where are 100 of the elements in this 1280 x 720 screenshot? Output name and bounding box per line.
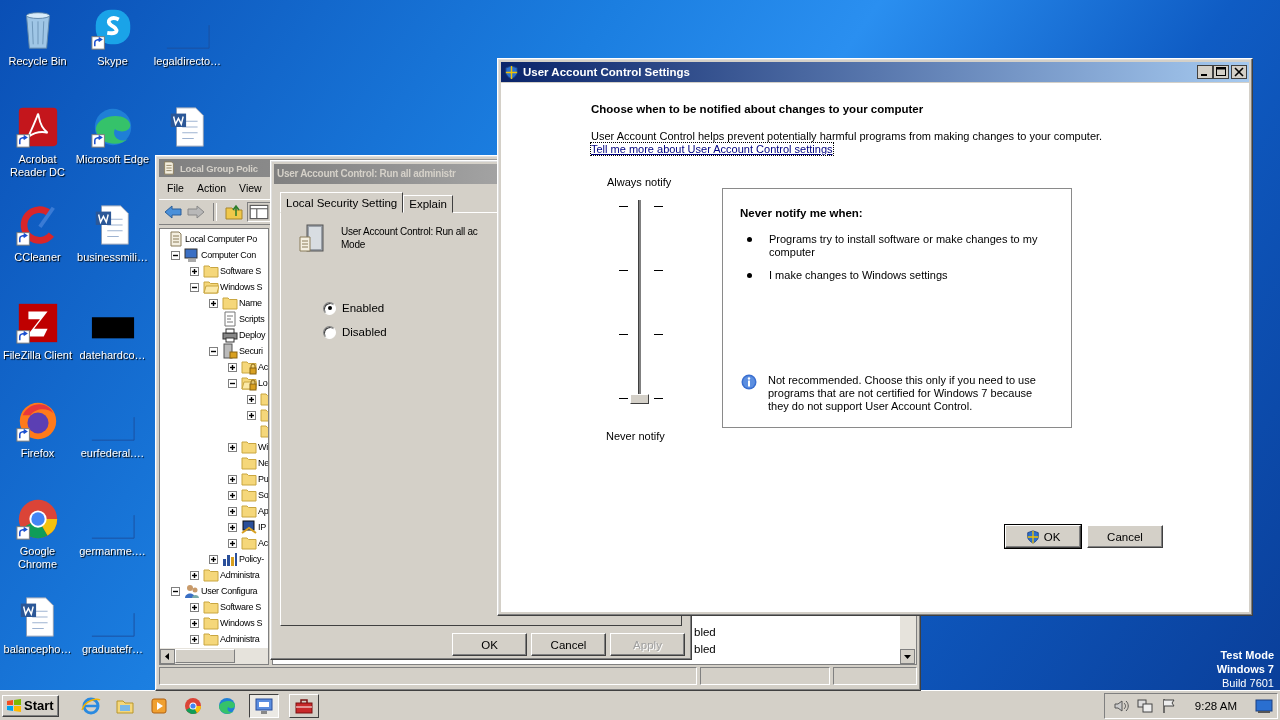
taskbar-button[interactable]	[248, 693, 279, 718]
tree-item[interactable]: Windows S	[220, 280, 263, 294]
expand-icon[interactable]	[228, 475, 237, 484]
folder-icon	[241, 471, 257, 487]
tree-item[interactable]: Policy-	[239, 552, 264, 566]
expand-icon[interactable]	[190, 635, 199, 644]
dialog-button[interactable]: Cancel	[531, 633, 606, 656]
expand-icon[interactable]	[228, 443, 237, 452]
maximize-icon[interactable]	[1213, 65, 1229, 79]
tree-item[interactable]: User Configura	[201, 584, 258, 598]
tree-item[interactable]: Pu	[258, 472, 268, 486]
tree-item[interactable]: Local Computer Po	[185, 232, 257, 246]
edge-icon	[216, 695, 237, 716]
collapse-icon[interactable]	[209, 347, 218, 356]
radio-button[interactable]	[323, 301, 336, 315]
media-icon	[148, 695, 169, 716]
expand-icon[interactable]	[228, 523, 237, 532]
desktop-icon-label[interactable]: graduatefr…	[74, 643, 151, 656]
watermark-text: Test Mode	[1220, 648, 1274, 662]
tree-item[interactable]: Windows S	[220, 616, 263, 630]
desktop-icon-label[interactable]: Acrobat Reader DC	[0, 153, 76, 179]
folder-up-icon[interactable]	[224, 204, 244, 220]
expand-icon[interactable]	[228, 507, 237, 516]
network-icon[interactable]	[1136, 697, 1153, 714]
tree-item[interactable]: Deploy	[239, 328, 266, 342]
desktop-icon-label[interactable]: balancepho…	[0, 643, 76, 656]
chrome-icon	[182, 695, 203, 716]
menu-item[interactable]: File	[167, 182, 184, 194]
desktop-icon-label[interactable]: Recycle Bin	[0, 55, 76, 68]
tree-item[interactable]: Securi	[239, 344, 263, 358]
expand-icon[interactable]	[209, 555, 218, 564]
security-icon	[222, 343, 238, 359]
expand-icon[interactable]	[190, 571, 199, 580]
menu-item[interactable]: Action	[196, 182, 227, 194]
tree-item[interactable]: So	[258, 488, 268, 502]
tree-item[interactable]: Lo	[258, 376, 268, 390]
tree-item[interactable]: Name	[239, 296, 262, 310]
tree-item[interactable]: Administra	[220, 568, 260, 582]
tree-item[interactable]: Scripts	[239, 312, 265, 326]
document-icon	[162, 161, 176, 175]
desktop-icon-label[interactable]: CCleaner	[0, 251, 76, 264]
tree-item[interactable]: Ne	[258, 456, 268, 470]
desktop-icon-label[interactable]: datehardco…	[74, 349, 151, 362]
speaker-icon[interactable]	[1112, 697, 1129, 714]
dialog-button[interactable]: OK	[1005, 525, 1081, 548]
expand-icon[interactable]	[209, 299, 218, 308]
desktop-icon-label[interactable]: FileZilla Client	[0, 349, 76, 362]
scroll-thumb[interactable]	[175, 649, 235, 663]
scroll-left-icon[interactable]	[160, 648, 175, 664]
expand-icon[interactable]	[190, 619, 199, 628]
collapse-icon[interactable]	[171, 251, 180, 260]
tree-item[interactable]: Administra	[220, 632, 260, 646]
tree-item[interactable]: Ap	[258, 504, 268, 518]
desktop-icon-label[interactable]: eurfederal.…	[74, 447, 151, 460]
close-icon[interactable]	[1231, 65, 1247, 79]
expand-icon[interactable]	[247, 411, 256, 420]
folder-icon	[203, 599, 219, 615]
dialog-button[interactable]: Cancel	[1087, 525, 1163, 548]
collapse-icon[interactable]	[228, 379, 237, 388]
tab[interactable]: Local Security Setting	[280, 191, 404, 213]
expand-icon[interactable]	[190, 603, 199, 612]
tree-item[interactable]: Ac	[258, 536, 268, 550]
radio-label[interactable]: Disabled	[342, 326, 387, 339]
tree-item[interactable]: IP	[258, 520, 266, 534]
menu-item[interactable]: View	[239, 182, 262, 194]
start-button[interactable]: Start	[2, 694, 59, 717]
slider-label: Never notify	[606, 430, 666, 442]
desktop-icon-label[interactable]: Google Chrome	[0, 545, 76, 571]
desktop-icon-label[interactable]: Skype	[74, 55, 151, 68]
desktop-icon-label[interactable]: Firefox	[0, 447, 76, 460]
dialog-button[interactable]: OK	[452, 633, 527, 656]
list-cell-text: bled	[694, 625, 717, 640]
expand-icon[interactable]	[190, 267, 199, 276]
slider-thumb[interactable]	[630, 394, 649, 404]
scroll-down-icon[interactable]	[900, 649, 915, 664]
expand-icon[interactable]	[228, 491, 237, 500]
tree-item[interactable]: Computer Con	[201, 248, 256, 262]
expand-icon[interactable]	[247, 395, 256, 404]
minimize-icon[interactable]	[1197, 65, 1213, 79]
locked-folder-icon	[241, 359, 257, 375]
desktop-icon-label[interactable]: businessmili…	[74, 251, 151, 264]
desktop-icon-label[interactable]: legaldirecto…	[149, 55, 226, 68]
tree-item[interactable]: Software S	[220, 600, 262, 614]
tree-item[interactable]: Software S	[220, 264, 262, 278]
collapse-icon[interactable]	[171, 587, 180, 596]
radio-label[interactable]: Enabled	[342, 302, 385, 315]
shield-icon	[1025, 529, 1040, 544]
desktop-icon-label[interactable]: Microsoft Edge	[74, 153, 151, 166]
clock[interactable]: 9:28 AM	[1194, 699, 1237, 712]
flag-icon[interactable]	[1160, 697, 1177, 714]
expand-icon[interactable]	[228, 539, 237, 548]
collapse-icon[interactable]	[190, 283, 199, 292]
expand-icon[interactable]	[228, 363, 237, 372]
desktop-icon-label[interactable]: germanme.…	[74, 545, 151, 558]
show-desktop-icon[interactable]	[1255, 697, 1273, 714]
tab[interactable]: Explain	[403, 194, 453, 213]
help-link[interactable]: Tell me more about User Account Control settings	[591, 143, 833, 155]
back-icon[interactable]	[163, 204, 183, 220]
tree-item[interactable]: Wi	[258, 440, 268, 454]
tree-item[interactable]: Ac	[258, 360, 268, 374]
